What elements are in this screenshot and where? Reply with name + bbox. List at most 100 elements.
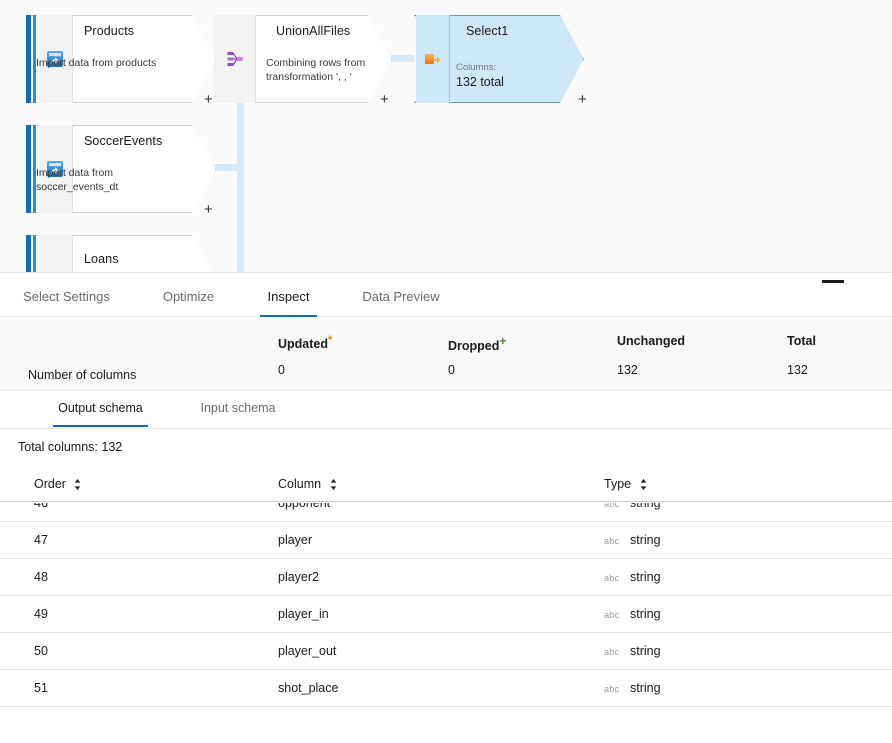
type-abc-icon: abc: [604, 647, 620, 657]
source-import-icon: [37, 235, 73, 272]
flow-node-products[interactable]: Products Import data from products +: [26, 15, 216, 107]
cell-type: string: [630, 681, 661, 695]
select-transform-icon: [416, 15, 450, 103]
type-abc-icon: abc: [604, 684, 620, 694]
node-accent-bar: [26, 15, 31, 103]
total-columns-text: Total columns: 132: [18, 440, 123, 454]
cell-column: opponent: [278, 503, 331, 510]
type-abc-icon: abc: [604, 610, 620, 620]
cell-type: string: [630, 644, 661, 658]
summary-row-label: Number of columns: [28, 368, 137, 382]
summary-header-dropped: Dropped+: [448, 334, 507, 354]
node-body: Select1: [456, 15, 584, 103]
subtab-output-schema[interactable]: Output schema: [53, 394, 148, 427]
flow-canvas[interactable]: Products Import data from products + Soc…: [0, 0, 892, 272]
tab-label: Optimize: [162, 289, 215, 304]
column-header-order-label: Order: [34, 477, 66, 491]
tab-label: Inspect: [267, 289, 310, 304]
node-accent-bar-secondary: [33, 235, 36, 272]
summary-value-dropped: 0: [448, 363, 455, 377]
sort-arrows-icon: [330, 479, 336, 491]
table-row[interactable]: 47 player abc string: [0, 522, 892, 559]
table-row[interactable]: 48 player2 abc string: [0, 559, 892, 596]
add-node-plus-icon[interactable]: +: [578, 92, 587, 107]
cell-column: shot_place: [278, 681, 339, 695]
node-title: SoccerEvents: [84, 134, 163, 148]
type-abc-icon: abc: [604, 536, 620, 546]
table-row[interactable]: 49 player_in abc string: [0, 596, 892, 633]
sort-arrows-icon: [75, 479, 81, 491]
node-title: Products: [84, 24, 135, 38]
column-change-summary: Number of columns Updated* 0 Dropped+ 0 …: [0, 318, 892, 391]
cell-order: 47: [34, 533, 48, 547]
tab-optimize[interactable]: Optimize: [155, 282, 222, 317]
type-abc-icon: abc: [604, 573, 620, 583]
column-header-column-label: Column: [278, 477, 322, 491]
summary-header-total: Total: [787, 334, 816, 348]
column-header-column[interactable]: Column: [278, 477, 337, 491]
subtab-label: Input schema: [200, 401, 276, 415]
schema-table-body[interactable]: 46 opponent abc string 47 player abc str…: [0, 503, 892, 743]
cell-type: string: [630, 570, 661, 584]
cell-order: 51: [34, 681, 48, 695]
union-transform-icon: [214, 15, 256, 103]
connector-union-to-select: [390, 55, 414, 62]
flow-node-soccerevents[interactable]: SoccerEvents Import data from soccer_eve…: [26, 125, 216, 217]
summary-value-updated: 0: [278, 363, 285, 377]
node-columns-label: Columns:: [456, 62, 497, 73]
inspect-panel: Select Settings Optimize Inspect Data Pr…: [0, 272, 892, 743]
dropped-marker-icon: +: [499, 334, 507, 348]
cell-column: player_out: [278, 644, 337, 658]
tab-select-settings[interactable]: Select Settings: [18, 282, 115, 317]
cell-type: string: [630, 503, 661, 510]
tab-label: Select Settings: [23, 289, 110, 304]
table-row[interactable]: 51 shot_place abc string: [0, 670, 892, 707]
flow-node-loans[interactable]: Loans: [26, 235, 216, 272]
type-abc-icon: abc: [604, 503, 620, 509]
data-flow-editor: Products Import data from products + Soc…: [0, 0, 892, 743]
cell-order: 48: [34, 570, 48, 584]
summary-value-total: 132: [787, 363, 808, 377]
node-subtitle: Combining rows from transformation ', , …: [266, 57, 366, 83]
column-header-type[interactable]: Type: [604, 477, 647, 491]
cell-column: player_in: [278, 607, 329, 621]
schema-tabbar: Output schema Input schema: [0, 392, 892, 429]
connector-vertical-bus: [237, 100, 244, 272]
cell-column: player2: [278, 570, 319, 584]
column-header-order[interactable]: Order: [34, 477, 81, 491]
node-columns-value: 132 total: [456, 75, 504, 89]
column-header-type-label: Type: [604, 477, 632, 491]
cell-order: 50: [34, 644, 48, 658]
updated-marker-icon: *: [328, 334, 333, 346]
node-accent-bar: [26, 235, 31, 272]
cell-type: string: [630, 607, 661, 621]
flow-node-unionallfiles[interactable]: UnionAllFiles Combining rows from transf…: [214, 15, 392, 107]
flow-node-select1[interactable]: Select1 Columns: 132 total +: [414, 15, 587, 107]
cell-column: player: [278, 533, 313, 547]
summary-value-unchanged: 132: [617, 363, 638, 377]
node-title: Loans: [84, 252, 119, 266]
node-title: Select1: [466, 24, 509, 38]
table-row[interactable]: 46 opponent abc string: [0, 503, 892, 522]
node-accent-bar: [26, 125, 31, 213]
tab-data-preview[interactable]: Data Preview: [355, 282, 447, 317]
node-body: Loans: [74, 235, 216, 272]
cell-type: string: [630, 533, 661, 547]
summary-header-updated: Updated*: [278, 334, 333, 352]
panel-tabbar: Select Settings Optimize Inspect Data Pr…: [0, 282, 892, 317]
node-subtitle: Import data from products: [36, 57, 157, 69]
tab-label: Data Preview: [362, 289, 440, 304]
subtab-label: Output schema: [58, 401, 143, 415]
add-node-plus-icon[interactable]: +: [204, 202, 213, 217]
table-row[interactable]: 50 player_out abc string: [0, 633, 892, 670]
summary-header-unchanged: Unchanged: [617, 334, 686, 348]
panel-divider: [0, 272, 892, 273]
sort-arrows-icon: [640, 479, 646, 491]
tab-inspect[interactable]: Inspect: [260, 282, 317, 317]
subtab-input-schema[interactable]: Input schema: [192, 394, 284, 427]
node-title: UnionAllFiles: [276, 24, 351, 38]
schema-table-header: Order Column Type: [0, 474, 892, 502]
add-node-plus-icon[interactable]: +: [204, 92, 213, 107]
cell-order: 49: [34, 607, 48, 621]
add-node-plus-icon[interactable]: +: [380, 92, 389, 107]
